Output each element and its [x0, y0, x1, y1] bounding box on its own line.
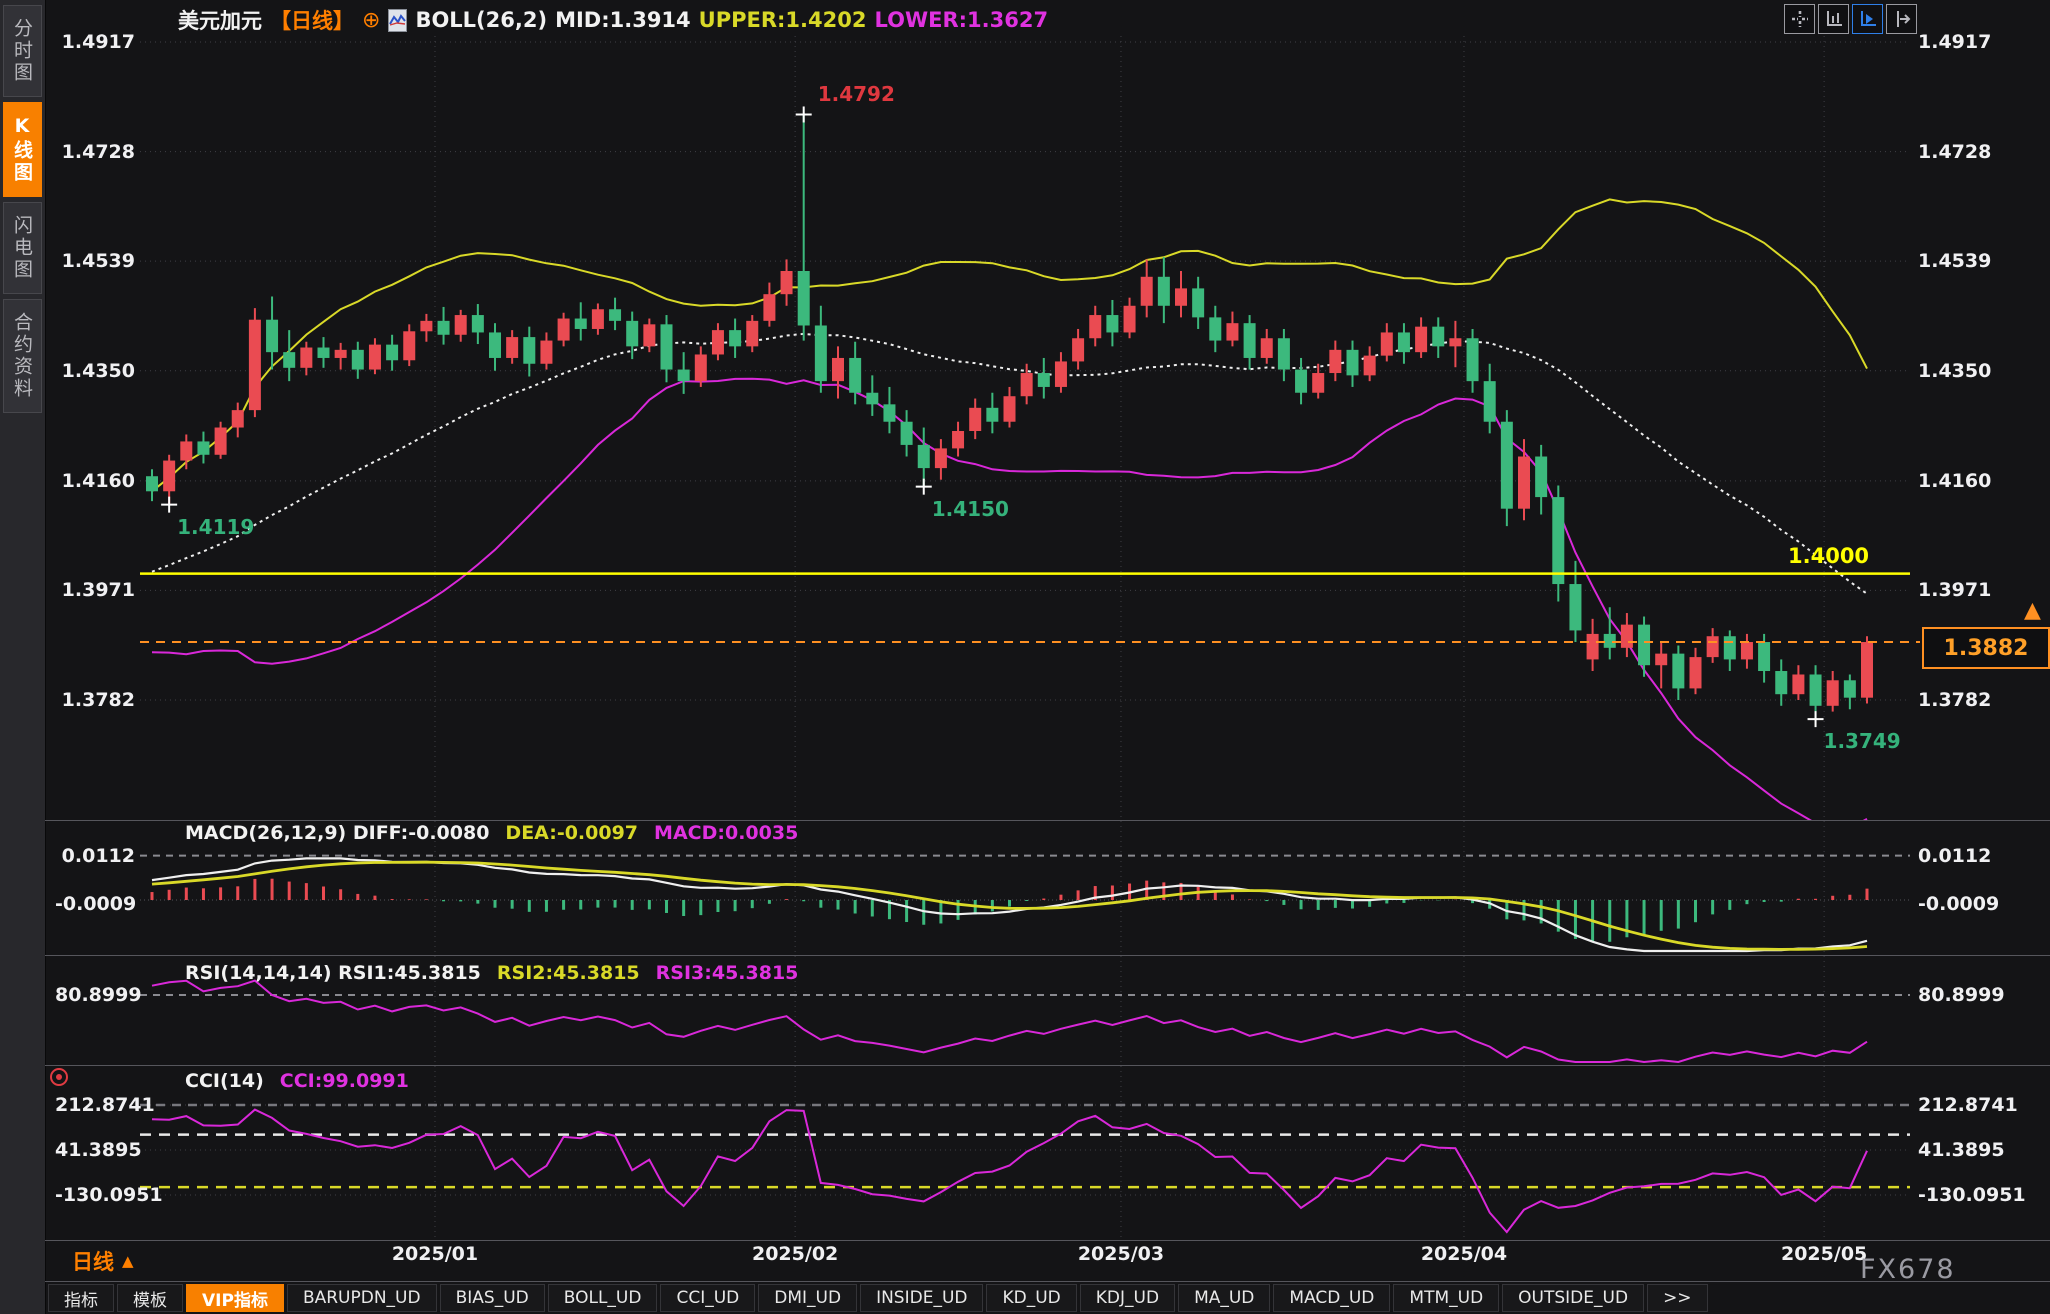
price-axis-label-right: 1.4160 [1918, 470, 1991, 492]
toolbar-button->>[interactable]: >> [1647, 1284, 1708, 1312]
price-axis-label-left: 1.4917 [55, 31, 135, 53]
toolbar-button-DMI_UD[interactable]: DMI_UD [758, 1284, 857, 1312]
price-axis-label-left: 1.3782 [55, 689, 135, 711]
timeframe-selector[interactable]: 日线 ▲ [72, 1246, 134, 1276]
extreme-price-annotation: 1.4150 [932, 497, 1009, 521]
candles [146, 114, 1873, 719]
rsi2-value: RSI2:45.3815 [497, 962, 640, 984]
boll-label: BOLL(26,2) [415, 8, 547, 32]
price-axis-label-left: 1.4539 [55, 250, 135, 272]
cci-label: CCI(14) [185, 1070, 264, 1092]
cci-axis-label-right: 41.3895 [1918, 1139, 2005, 1161]
axis-bars-icon[interactable] [1818, 4, 1849, 34]
boll-lower-value: LOWER:1.3627 [874, 8, 1048, 32]
cci-axis-label-right: -130.0951 [1918, 1184, 2026, 1206]
cci-panel [140, 1105, 1910, 1232]
timeframe-label: 日线 [72, 1246, 114, 1276]
price-axis-label-right: 1.4539 [1918, 250, 1991, 272]
macd-header: MACD(26,12,9) DIFF:-0.0080 DEA:-0.0097 M… [185, 822, 798, 844]
trading-app-window: 分时图 K线图 闪电图 合约资料 美元加元 【日线】 ⊕ BOLL(26,2) … [0, 0, 2050, 1314]
brand-watermark: FX678 [1860, 1254, 1956, 1285]
arrow-up-icon: ▲ [2024, 598, 2041, 623]
add-indicator-icon[interactable]: ⊕ [362, 8, 380, 33]
boll-upper-value: UPPER:1.4202 [699, 8, 867, 32]
macd-axis-label-right: -0.0009 [1918, 893, 1999, 915]
rsi-axis-label-right: 80.8999 [1918, 984, 2005, 1006]
cci-axis-label-left: -130.0951 [55, 1184, 135, 1206]
toolbar-button-BOLL_UD[interactable]: BOLL_UD [548, 1284, 658, 1312]
chart-layout-buttons [1784, 4, 1917, 34]
rsi-header: RSI(14,14,14) RSI1:45.3815 RSI2:45.3815 … [185, 962, 798, 984]
triangle-up-icon: ▲ [122, 1252, 134, 1270]
macd-diff-value: DIFF:-0.0080 [353, 822, 490, 844]
toolbar-button-INSIDE_UD[interactable]: INSIDE_UD [860, 1284, 983, 1312]
macd-axis-label-left: -0.0009 [55, 893, 135, 915]
toolbar-button-指标[interactable]: 指标 [48, 1284, 114, 1312]
axis-shift-icon[interactable] [1886, 4, 1917, 34]
price-axis-label-right: 1.3971 [1918, 579, 1991, 601]
cci-axis-label-right: 212.8741 [1918, 1094, 2018, 1116]
price-axis-label-left: 1.4350 [55, 360, 135, 382]
macd-dea-value: DEA:-0.0097 [505, 822, 638, 844]
toolbar-button-MTM_UD[interactable]: MTM_UD [1393, 1284, 1499, 1312]
rsi-panel [140, 981, 1910, 1062]
timeframe-tag: 【日线】 [270, 5, 354, 35]
hline-price-label: 1.4000 [1788, 544, 1869, 568]
indicator-toolbar: 指标模板VIP指标BARUPDN_UDBIAS_UDBOLL_UDCCI_UDD… [48, 1284, 1708, 1312]
cci-axis-label-left: 41.3895 [55, 1139, 135, 1161]
price-axis-label-left: 1.4728 [55, 141, 135, 163]
extreme-price-annotation: 1.3749 [1824, 729, 1901, 753]
price-axis-label-right: 1.4917 [1918, 31, 1991, 53]
rsi-label: RSI(14,14,14) [185, 962, 332, 984]
toolbar-button-BIAS_UD[interactable]: BIAS_UD [440, 1284, 545, 1312]
macd-axis-label-right: 0.0112 [1918, 845, 1991, 867]
extreme-price-annotation: 1.4792 [818, 82, 895, 106]
date-axis-label: 2025/03 [1078, 1243, 1164, 1265]
date-axis-label: 2025/02 [752, 1243, 838, 1265]
chart-title-bar: 美元加元 【日线】 ⊕ BOLL(26,2) MID:1.3914 UPPER:… [178, 6, 1048, 34]
toolbar-button-CCI_UD[interactable]: CCI_UD [660, 1284, 755, 1312]
extreme-price-annotation: 1.4119 [177, 515, 254, 539]
symbol-name: 美元加元 [178, 5, 262, 35]
axis-play-icon[interactable] [1852, 4, 1883, 34]
price-axis-label-left: 1.4160 [55, 470, 135, 492]
date-axis-label: 2025/04 [1421, 1243, 1507, 1265]
macd-axis-label-left: 0.0112 [55, 845, 135, 867]
macd-label: MACD(26,12,9) [185, 822, 346, 844]
cci-value: CCI:99.0991 [280, 1070, 409, 1092]
toolbar-button-OUTSIDE_UD[interactable]: OUTSIDE_UD [1502, 1284, 1644, 1312]
chart-canvas[interactable] [0, 0, 2050, 1314]
cci-axis-label-left: 212.8741 [55, 1094, 135, 1116]
toolbar-button-KDJ_UD[interactable]: KDJ_UD [1080, 1284, 1175, 1312]
price-axis-label-right: 1.4728 [1918, 141, 1991, 163]
toolbar-button-模板[interactable]: 模板 [117, 1284, 183, 1312]
rsi1-value: RSI1:45.3815 [338, 962, 481, 984]
rsi3-value: RSI3:45.3815 [656, 962, 799, 984]
mini-chart-icon[interactable] [388, 9, 407, 32]
price-axis-label-left: 1.3971 [55, 579, 135, 601]
date-axis-label: 2025/01 [392, 1243, 478, 1265]
toolbar-button-VIP指标[interactable]: VIP指标 [186, 1284, 284, 1312]
record-bullseye-icon[interactable] [50, 1068, 68, 1086]
rsi-axis-label-left: 80.8999 [55, 984, 135, 1006]
pan-crosshair-icon[interactable] [1784, 4, 1815, 34]
macd-panel [140, 856, 1910, 951]
toolbar-button-KD_UD[interactable]: KD_UD [986, 1284, 1076, 1312]
price-axis-label-right: 1.3782 [1918, 689, 1991, 711]
date-axis-label: 2025/05 [1781, 1243, 1867, 1265]
boll-mid-value: MID:1.3914 [555, 8, 691, 32]
toolbar-button-MACD_UD[interactable]: MACD_UD [1273, 1284, 1390, 1312]
toolbar-button-BARUPDN_UD[interactable]: BARUPDN_UD [287, 1284, 437, 1312]
bollinger-bands [152, 199, 1867, 828]
last-price-box: 1.3882 [1922, 627, 2050, 669]
cci-header: CCI(14) CCI:99.0991 [185, 1070, 409, 1092]
macd-value: MACD:0.0035 [654, 822, 798, 844]
price-axis-label-right: 1.4350 [1918, 360, 1991, 382]
toolbar-button-MA_UD[interactable]: MA_UD [1178, 1284, 1270, 1312]
